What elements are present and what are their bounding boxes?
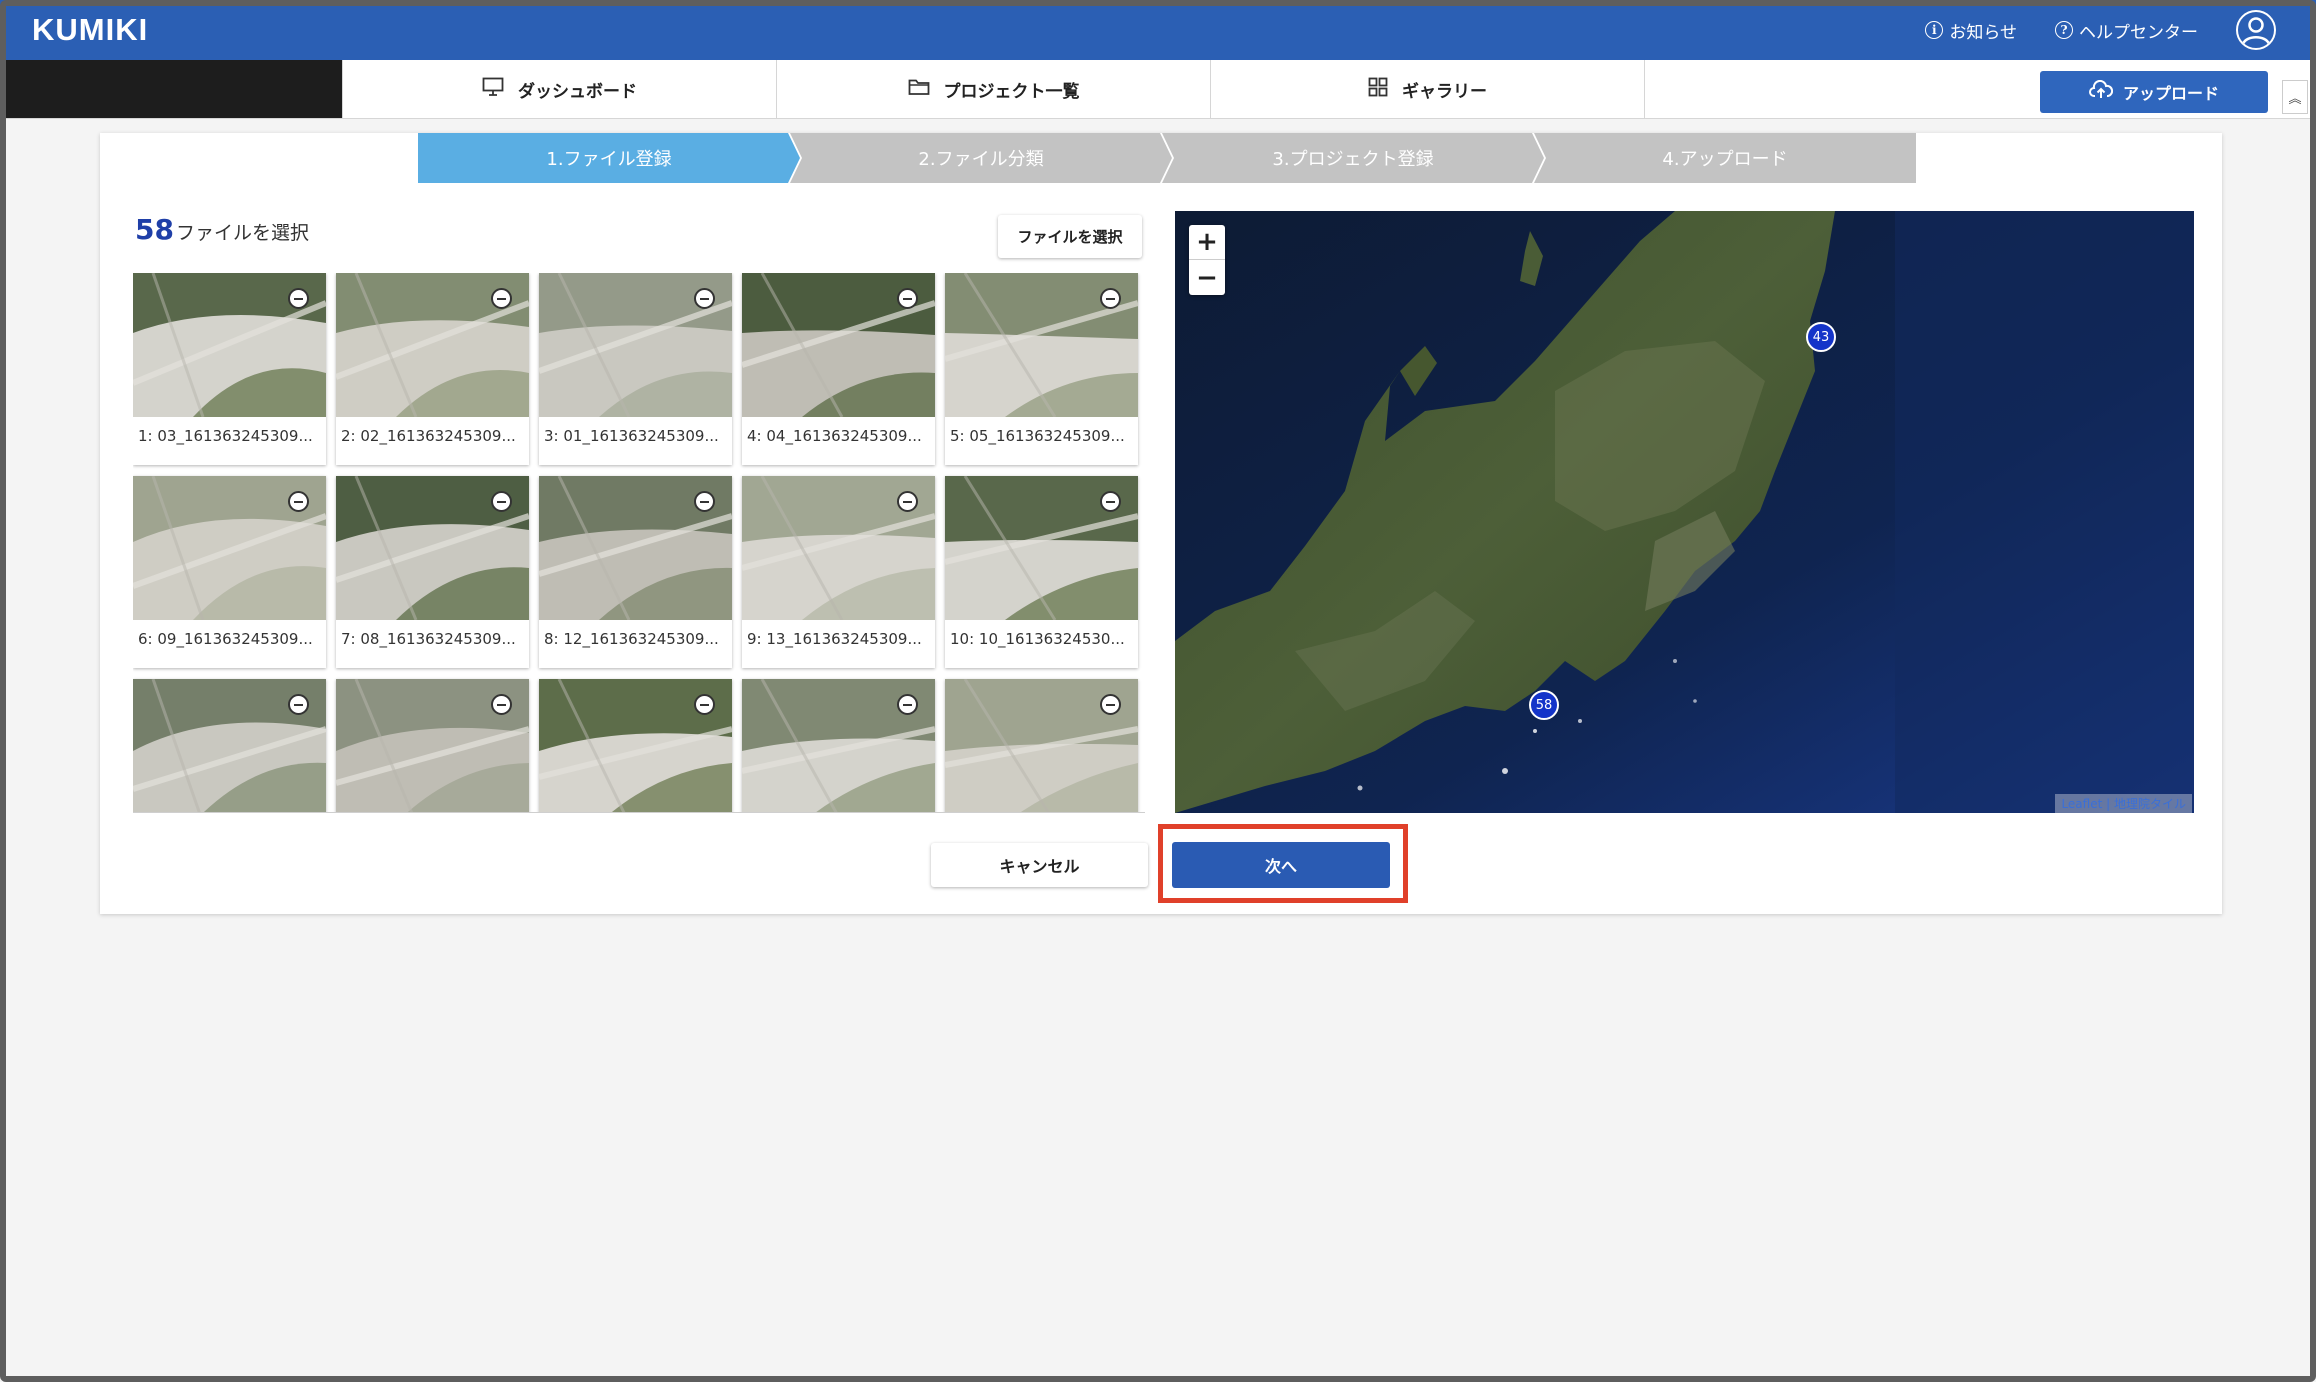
chevron-up-icon[interactable]: ︽ — [2282, 80, 2308, 114]
choose-files-button[interactable]: ファイルを選択 — [998, 215, 1142, 258]
news-link[interactable]: i お知らせ — [1925, 18, 2017, 43]
remove-file-icon[interactable] — [288, 694, 309, 715]
remove-file-icon[interactable] — [694, 288, 715, 309]
grid-icon — [1368, 77, 1388, 102]
file-thumbnail-caption: 7: 08_161363245309... — [341, 630, 516, 648]
file-thumbnail-caption: 9: 13_161363245309... — [747, 630, 922, 648]
remove-file-icon[interactable] — [1100, 694, 1121, 715]
file-thumbnail[interactable]: 10: 10_16136324530... — [945, 476, 1138, 668]
file-thumbnail-grid[interactable]: 1: 03_161363245309... 2: 02_161363245309.… — [133, 273, 1145, 813]
user-avatar-icon[interactable] — [2236, 10, 2276, 50]
remove-file-icon[interactable] — [491, 491, 512, 512]
step-4: 4.アップロード — [1534, 133, 1916, 183]
file-thumbnail[interactable]: 4: 04_161363245309... — [742, 273, 935, 465]
zoom-in-button[interactable]: + — [1189, 225, 1225, 260]
cloud-upload-icon — [2089, 79, 2114, 104]
file-thumbnail[interactable]: 9: 13_161363245309... — [742, 476, 935, 668]
step-3-label: 3.プロジェクト登録 — [1272, 149, 1434, 170]
file-thumbnail[interactable]: 7: 08_161363245309... — [336, 476, 529, 668]
map-cluster-marker[interactable]: 58 — [1529, 690, 1559, 720]
gsi-tiles-link[interactable]: 地理院タイル — [2114, 797, 2186, 811]
map-attribution: Leaflet | 地理院タイル — [2055, 794, 2192, 813]
nav-divider — [1644, 60, 1645, 118]
file-thumbnail[interactable] — [742, 679, 935, 812]
remove-file-icon[interactable] — [491, 288, 512, 309]
file-thumbnail-caption: 4: 04_161363245309... — [747, 427, 922, 445]
tab-gallery[interactable]: ギャラリー — [1210, 60, 1644, 118]
help-icon: ? — [2055, 21, 2073, 39]
remove-file-icon[interactable] — [288, 491, 309, 512]
upload-button-label: アップロード — [2122, 84, 2219, 103]
file-thumbnail[interactable]: 1: 03_161363245309... — [133, 273, 326, 465]
monitor-icon — [482, 77, 504, 102]
file-thumbnail-caption: 6: 09_161363245309... — [138, 630, 313, 648]
file-thumbnail[interactable] — [945, 679, 1138, 812]
nav-side-block — [6, 60, 342, 118]
file-thumbnail-caption: 3: 01_161363245309... — [544, 427, 719, 445]
top-bar: KUMIKI i お知らせ ? ヘルプセンター — [0, 0, 2316, 60]
info-icon: i — [1925, 21, 1944, 39]
remove-file-icon[interactable] — [897, 491, 918, 512]
tab-gallery-label: ギャラリー — [1402, 81, 1487, 102]
file-thumbnail[interactable] — [539, 679, 732, 812]
file-thumbnail[interactable]: 6: 09_161363245309... — [133, 476, 326, 668]
news-link-label: お知らせ — [1949, 22, 2017, 43]
step-2-label: 2.ファイル分類 — [918, 149, 1044, 170]
help-link-label: ヘルプセンター — [2079, 22, 2198, 43]
selected-file-count: 58 ファイルを選択 — [135, 213, 309, 246]
file-thumbnail[interactable]: 5: 05_161363245309... — [945, 273, 1138, 465]
remove-file-icon[interactable] — [897, 288, 918, 309]
file-count-number: 58 — [135, 213, 174, 246]
file-thumbnail[interactable]: 3: 01_161363245309... — [539, 273, 732, 465]
file-thumbnail-caption: 10: 10_16136324530... — [950, 630, 1125, 648]
leaflet-link[interactable]: Leaflet — [2061, 797, 2102, 811]
remove-file-icon[interactable] — [694, 491, 715, 512]
step-3: 3.プロジェクト登録 — [1162, 133, 1544, 183]
step-2: 2.ファイル分類 — [790, 133, 1172, 183]
help-center-link[interactable]: ? ヘルプセンター — [2055, 18, 2198, 43]
top-links: i お知らせ ? ヘルプセンター — [1925, 10, 2276, 50]
tab-projects-label: プロジェクト一覧 — [943, 81, 1080, 102]
step-1-label: 1.ファイル登録 — [546, 149, 672, 170]
location-map[interactable]: + − 43 58 Leaflet | 地理院タイル — [1175, 211, 2194, 813]
map-satellite-layer — [1175, 211, 2194, 813]
remove-file-icon[interactable] — [897, 694, 918, 715]
file-register-card: 1.ファイル登録 2.ファイル分類 3.プロジェクト登録 4.アップロード 58… — [100, 133, 2222, 914]
file-thumbnail-caption: 1: 03_161363245309... — [138, 427, 313, 445]
step-1: 1.ファイル登録 — [418, 133, 800, 183]
file-thumbnail[interactable] — [336, 679, 529, 812]
file-thumbnail-caption: 2: 02_161363245309... — [341, 427, 516, 445]
file-thumbnail[interactable]: 2: 02_161363245309... — [336, 273, 529, 465]
remove-file-icon[interactable] — [694, 694, 715, 715]
map-zoom-control: + − — [1189, 225, 1225, 295]
remove-file-icon[interactable] — [491, 694, 512, 715]
remove-file-icon[interactable] — [288, 288, 309, 309]
attribution-separator: | — [2102, 797, 2114, 811]
zoom-out-button[interactable]: − — [1189, 260, 1225, 295]
brand-logo[interactable]: KUMIKI — [32, 12, 148, 48]
file-count-suffix: ファイルを選択 — [175, 222, 309, 244]
remove-file-icon[interactable] — [1100, 491, 1121, 512]
upload-button[interactable]: アップロード — [2040, 71, 2268, 113]
file-thumbnail[interactable]: 8: 12_161363245309... — [539, 476, 732, 668]
step-4-label: 4.アップロード — [1662, 149, 1788, 170]
tab-dashboard[interactable]: ダッシュボード — [342, 60, 776, 118]
file-thumbnail-caption: 5: 05_161363245309... — [950, 427, 1125, 445]
file-thumbnail-caption: 8: 12_161363245309... — [544, 630, 719, 648]
tab-dashboard-label: ダッシュボード — [518, 81, 637, 102]
tab-projects[interactable]: プロジェクト一覧 — [776, 60, 1210, 118]
main-nav: ダッシュボード プロジェクト一覧 ギャラリー アップロード ︽ — [6, 60, 2310, 119]
remove-file-icon[interactable] — [1100, 288, 1121, 309]
next-button[interactable]: 次へ — [1172, 842, 1390, 888]
map-cluster-marker[interactable]: 43 — [1806, 322, 1836, 352]
file-thumbnail[interactable] — [133, 679, 326, 812]
cancel-button[interactable]: キャンセル — [931, 843, 1148, 887]
folder-icon — [908, 78, 930, 101]
